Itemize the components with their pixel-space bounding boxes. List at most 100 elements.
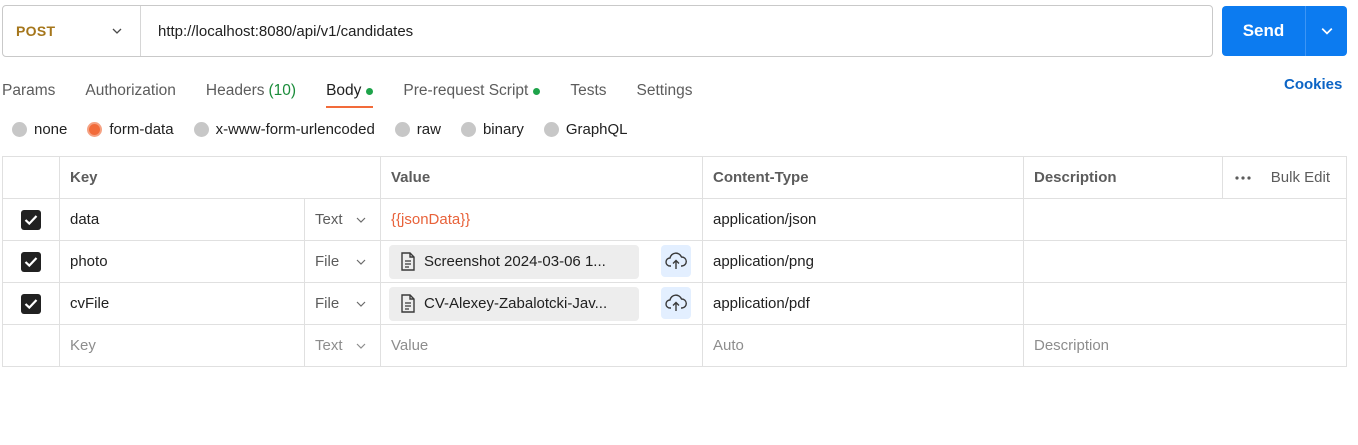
content-type-input[interactable]: application/png <box>703 241 1024 282</box>
headers-count-badge: (10) <box>268 82 297 99</box>
file-chip[interactable]: Screenshot 2024-03-06 1... <box>389 244 639 279</box>
header-content-type: Content-Type <box>703 157 1024 198</box>
request-url-bar: POST http://localhost:8080/api/v1/candid… <box>2 5 1213 57</box>
radio-label: none <box>34 121 68 138</box>
row-check-cell <box>3 199 60 240</box>
value-cell: Screenshot 2024-03-06 1... <box>381 241 703 282</box>
bulk-edit-button[interactable]: Bulk Edit <box>1271 169 1330 186</box>
upload-file-button[interactable] <box>661 245 691 277</box>
type-select[interactable]: File <box>305 283 381 324</box>
type-select[interactable]: File <box>305 241 381 282</box>
description-input[interactable]: Description <box>1024 325 1347 366</box>
radio-label: GraphQL <box>565 121 628 138</box>
cloud-upload-icon <box>665 252 687 269</box>
more-options-icon[interactable] <box>1235 175 1251 180</box>
content-type-input[interactable]: application/json <box>703 199 1024 240</box>
header-description: Description <box>1024 157 1223 198</box>
send-button[interactable]: Send <box>1222 6 1306 56</box>
radio-raw[interactable]: raw <box>394 121 441 138</box>
content-type-input[interactable]: application/pdf <box>703 283 1024 324</box>
row-checkbox[interactable] <box>21 209 41 230</box>
body-indicator-dot <box>366 87 374 95</box>
method-label: POST <box>16 23 56 39</box>
tab-label: Headers <box>205 82 265 99</box>
tab-tests[interactable]: Tests <box>570 76 606 106</box>
tab-pre-request-script[interactable]: Pre-request Script <box>403 76 541 106</box>
radio-circle <box>193 122 209 137</box>
tab-label: Tests <box>570 82 607 99</box>
cookies-link[interactable]: Cookies <box>1284 76 1342 96</box>
content-type-input[interactable]: Auto <box>703 325 1024 366</box>
tab-params[interactable]: Params <box>2 76 55 106</box>
chevron-down-icon <box>356 217 366 223</box>
upload-file-button[interactable] <box>661 287 691 319</box>
radio-form-data[interactable]: form-data <box>87 121 174 138</box>
chevron-down-icon <box>356 343 366 349</box>
chevron-down-icon <box>356 259 366 265</box>
tab-settings[interactable]: Settings <box>637 76 693 106</box>
key-input[interactable]: Key <box>60 325 305 366</box>
tab-body[interactable]: Body <box>326 76 374 108</box>
file-name: CV-Alexey-Zabalotcki-Jav... <box>424 295 608 312</box>
description-input[interactable] <box>1024 199 1347 240</box>
radio-circle <box>12 122 27 137</box>
tab-label: Body <box>326 82 362 99</box>
tab-label: Settings <box>636 82 693 99</box>
file-name: Screenshot 2024-03-06 1... <box>424 253 606 270</box>
file-chip[interactable]: CV-Alexey-Zabalotcki-Jav... <box>389 286 639 321</box>
form-data-table: Key Value Content-Type Description Bulk … <box>2 156 1347 367</box>
document-icon <box>401 294 415 313</box>
table-header-row: Key Value Content-Type Description Bulk … <box>3 157 1347 199</box>
chevron-down-icon <box>112 28 122 34</box>
radio-graphql[interactable]: GraphQL <box>543 121 628 138</box>
row-checkbox[interactable] <box>21 293 41 314</box>
send-options-button[interactable] <box>1306 6 1347 56</box>
send-button-group: Send <box>1222 6 1347 56</box>
tab-headers[interactable]: Headers (10) <box>206 76 296 106</box>
key-input[interactable]: cvFile <box>60 283 305 324</box>
radio-x-www-form-urlencoded[interactable]: x-www-form-urlencoded <box>193 121 375 138</box>
radio-binary[interactable]: binary <box>460 121 524 138</box>
radio-circle <box>394 122 410 137</box>
table-row: data Text {{jsonData}} application/json <box>3 199 1347 241</box>
type-select[interactable]: Text <box>305 199 381 240</box>
check-icon <box>24 298 38 309</box>
description-input[interactable] <box>1024 283 1347 324</box>
header-value: Value <box>381 157 703 198</box>
type-label: Text <box>315 211 343 228</box>
description-input[interactable] <box>1024 241 1347 282</box>
radio-label: form-data <box>109 121 174 138</box>
radio-label: binary <box>482 121 524 138</box>
tab-authorization[interactable]: Authorization <box>85 76 175 106</box>
table-row: cvFile File CV-Alexey-Zabalotcki-Jav... … <box>3 283 1347 325</box>
tab-label: Params <box>2 82 56 99</box>
key-input[interactable]: data <box>60 199 305 240</box>
value-cell: CV-Alexey-Zabalotcki-Jav... <box>381 283 703 324</box>
document-icon <box>401 252 415 271</box>
type-label: File <box>315 253 340 270</box>
type-select[interactable]: Text <box>305 325 381 366</box>
chevron-down-icon <box>1321 28 1332 35</box>
url-input[interactable]: http://localhost:8080/api/v1/candidates <box>141 23 413 40</box>
radio-none[interactable]: none <box>12 121 67 138</box>
cloud-upload-icon <box>665 294 687 311</box>
key-input[interactable]: photo <box>60 241 305 282</box>
script-indicator-dot <box>533 87 541 95</box>
type-label: File <box>315 295 340 312</box>
table-row-empty: Key Text Value Auto Description <box>3 325 1347 367</box>
method-select[interactable]: POST <box>3 6 141 56</box>
table-row: photo File Screenshot 2024-03-06 1... ap… <box>3 241 1347 283</box>
row-check-cell <box>3 241 60 282</box>
tab-label: Pre-request Script <box>403 82 529 99</box>
radio-label: x-www-form-urlencoded <box>215 121 375 138</box>
body-type-radio-group: none form-data x-www-form-urlencoded raw… <box>12 121 648 138</box>
radio-circle <box>543 122 559 137</box>
value-input[interactable]: Value <box>381 325 703 366</box>
row-checkbox[interactable] <box>21 251 41 272</box>
header-key: Key <box>60 157 381 198</box>
chevron-down-icon <box>356 301 366 307</box>
value-input[interactable]: {{jsonData}} <box>381 199 703 240</box>
row-check-cell <box>3 325 60 366</box>
tab-label: Authorization <box>85 82 176 99</box>
header-check-cell <box>3 157 60 198</box>
